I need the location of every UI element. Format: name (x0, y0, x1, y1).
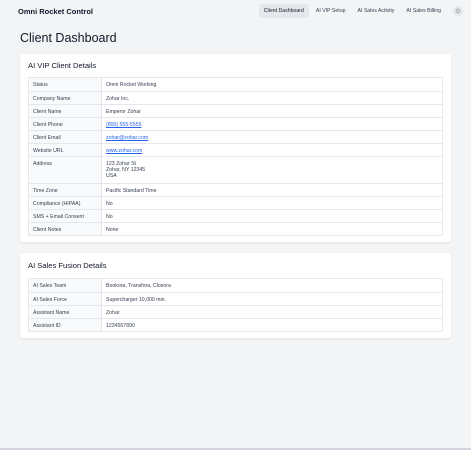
row-label: Assistant ID (29, 319, 102, 331)
row-label: Compliance (HIPAA) (29, 197, 102, 209)
assistant-name-value: Zohar (106, 309, 120, 316)
card-title: AI VIP Client Details (28, 61, 97, 70)
row-label: AI Sales Team (29, 279, 102, 292)
sales-fusion-details-card: AI Sales Fusion Details AI Sales Team Bo… (20, 253, 451, 338)
company-name-value: Zohar Inc. (106, 95, 130, 102)
row-label: Time Zone (29, 184, 102, 196)
table-row: AI Sales Team Bookora, Transfora, Closor… (29, 279, 442, 292)
row-label: AI Sales Force (29, 293, 102, 305)
main-nav: Client Dashboard AI VIP Setup AI Sales A… (258, 4, 463, 18)
gear-icon (455, 8, 461, 14)
client-phone-link[interactable]: (800) 555-5555 (106, 122, 141, 128)
vip-details-table: Status Omni Rocket Working Company Name … (28, 77, 443, 236)
row-label: Address (29, 157, 102, 183)
row-label: Client Name (29, 105, 102, 117)
row-label: Website URL (29, 144, 102, 156)
row-label: Client Phone (29, 118, 102, 130)
table-row: Company Name Zohar Inc. (29, 91, 442, 104)
row-label: Status (29, 78, 102, 91)
client-email-link[interactable]: zohar@zohar.com (106, 135, 148, 141)
nav-ai-vip-setup[interactable]: AI VIP Setup (311, 4, 351, 18)
fusion-details-table: AI Sales Team Bookora, Transfora, Closor… (28, 278, 443, 332)
top-navigation-bar: Omni Rocket Control Client Dashboard AI … (0, 0, 471, 22)
table-row: SMS + Email Consent No (29, 209, 442, 222)
settings-button[interactable] (453, 6, 463, 16)
card-title: AI Sales Fusion Details (28, 261, 107, 270)
table-row: Client Phone (800) 555-5555 (29, 117, 442, 130)
row-label: Client Email (29, 131, 102, 143)
table-row: Status Omni Rocket Working (29, 78, 442, 91)
table-row: AI Sales Force Supercharger 10,000 min. (29, 292, 442, 305)
client-notes-value: None (106, 226, 119, 233)
sales-team-value: Bookora, Transfora, Closora (106, 282, 171, 289)
table-row: Assistant ID 1234567890 (29, 318, 442, 331)
row-label: Company Name (29, 92, 102, 104)
nav-ai-sales-activity[interactable]: AI Sales Activity (352, 4, 399, 18)
assistant-id-value: 1234567890 (106, 322, 135, 329)
sales-force-value: Supercharger 10,000 min. (106, 296, 166, 303)
status-value: Omni Rocket Working (106, 81, 157, 88)
table-row: Assistant Name Zohar (29, 305, 442, 318)
client-name-value: Emperor Zohar (106, 108, 141, 115)
row-label: Client Notes (29, 223, 102, 235)
website-url-link[interactable]: www.zohar.com (106, 148, 142, 154)
vip-client-details-card: AI VIP Client Details Status Omni Rocket… (20, 54, 451, 242)
address-value: 123 Zohar St Zohar, NY 12345 USA (102, 157, 442, 183)
consent-value: No (106, 213, 113, 220)
compliance-value: No (106, 200, 113, 207)
row-label: SMS + Email Consent (29, 210, 102, 222)
time-zone-value: Pacific Standard Time (106, 187, 157, 194)
address-line: USA (106, 173, 117, 180)
table-row: Address 123 Zohar St Zohar, NY 12345 USA (29, 156, 442, 183)
table-row: Client Email zohar@zohar.com (29, 130, 442, 143)
table-row: Website URL www.zohar.com (29, 143, 442, 156)
nav-ai-sales-billing[interactable]: AI Sales Billing (401, 4, 446, 18)
table-row: Client Notes None (29, 222, 442, 235)
page-title: Client Dashboard (20, 31, 117, 45)
brand-title: Omni Rocket Control (18, 6, 94, 16)
table-row: Time Zone Pacific Standard Time (29, 183, 442, 196)
table-row: Client Name Emperor Zohar (29, 104, 442, 117)
row-label: Assistant Name (29, 306, 102, 318)
table-row: Compliance (HIPAA) No (29, 196, 442, 209)
nav-client-dashboard[interactable]: Client Dashboard (258, 4, 309, 18)
